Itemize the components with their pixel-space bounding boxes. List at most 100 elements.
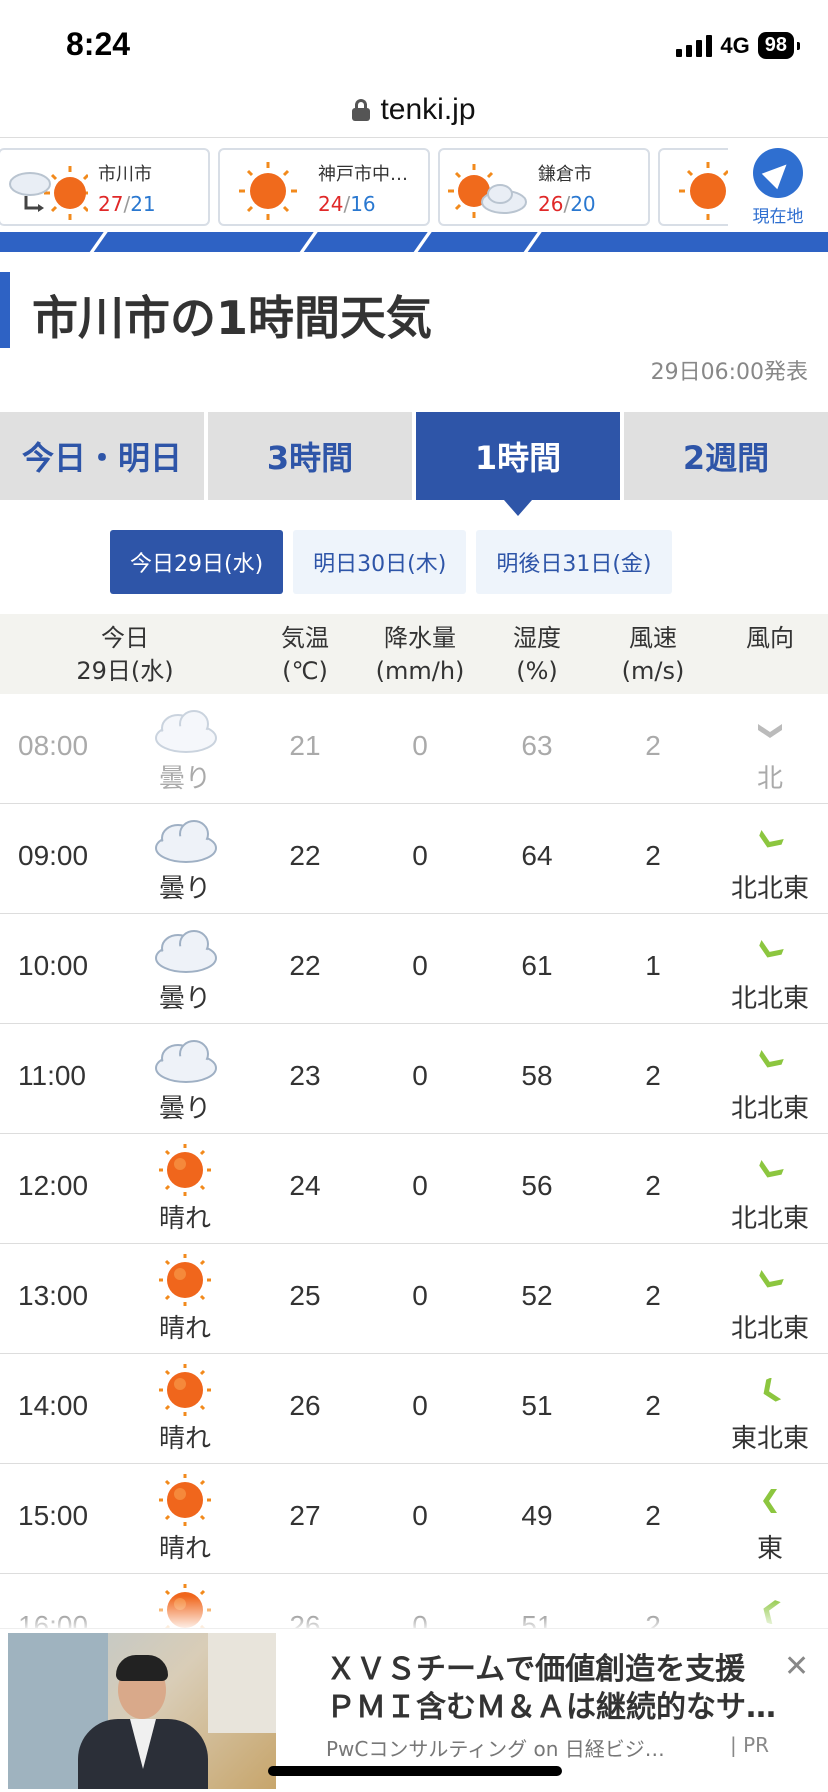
row-wind-speed: 2	[645, 840, 661, 871]
row-time: 10:00	[18, 950, 89, 981]
sun-icon	[159, 1474, 211, 1526]
table-row: 12:00 晴れ 24 0 56 2 北北東	[0, 1134, 828, 1244]
url-bar[interactable]: tenki.jp	[0, 82, 828, 138]
header-wind-direction: 風向	[746, 624, 794, 652]
wind-direction-arrow-icon	[763, 1489, 777, 1513]
wind-direction-arrow-icon	[759, 1050, 784, 1068]
row-precip: 0	[412, 1390, 428, 1421]
row-humidity: 58	[521, 1060, 553, 1091]
row-precip: 0	[412, 1280, 428, 1311]
row-wind-speed: 2	[645, 1170, 661, 1201]
favorite-city-card[interactable]: 市川市 27/21	[0, 148, 210, 226]
row-temp: 25	[289, 1280, 321, 1311]
row-wind-speed: 2	[645, 1500, 661, 1531]
row-time: 11:00	[18, 1060, 86, 1091]
row-wind-direction: 北北東	[730, 1314, 809, 1344]
sun-icon	[159, 1144, 211, 1196]
table-row: 10:00 曇り 22 0 61 1 北北東	[0, 914, 828, 1024]
row-weather: 曇り	[158, 874, 211, 904]
sun-icon	[159, 1364, 211, 1416]
row-wind-speed: 2	[645, 1060, 661, 1091]
favorite-city-temps: 26/20	[538, 192, 596, 216]
header-band	[0, 232, 828, 252]
row-weather: 晴れ	[158, 1424, 211, 1454]
sunny-icon	[239, 162, 297, 220]
wind-direction-arrow-icon	[759, 830, 784, 848]
table-row: 11:00 曇り 23 0 58 2 北北東	[0, 1024, 828, 1134]
high-temp: 26	[538, 192, 564, 216]
row-time: 12:00	[18, 1170, 89, 1201]
row-weather: 曇り	[158, 984, 211, 1014]
battery-icon: 98	[757, 32, 801, 59]
row-weather: 晴れ	[158, 1314, 211, 1344]
row-humidity: 61	[521, 950, 553, 981]
lock-icon	[352, 98, 371, 121]
status-time: 8:24	[66, 26, 131, 62]
tab-3-hour[interactable]: 3時間	[208, 412, 412, 500]
row-temp: 22	[289, 840, 321, 871]
row-wind-speed: 2	[645, 1280, 661, 1311]
current-location-label: 現在地	[752, 207, 804, 227]
favorite-city-card[interactable]: 神戸市中… 24/16	[218, 148, 430, 226]
row-wind-direction: 東北東	[730, 1424, 809, 1454]
row-weather: 曇り	[158, 1094, 211, 1124]
row-weather: 晴れ	[158, 1534, 211, 1564]
table-row: 09:00 曇り 22 0 64 2 北北東	[0, 804, 828, 914]
row-precip: 0	[412, 1500, 428, 1531]
favorite-city-name: 市川市	[98, 164, 152, 185]
tab-today-tomorrow[interactable]: 今日・明日	[0, 412, 204, 500]
status-indicators: 4G 98	[676, 32, 801, 59]
day-tab-today[interactable]: 今日29日(水)	[110, 530, 284, 594]
row-humidity: 52	[521, 1280, 553, 1311]
wind-direction-arrow-icon	[759, 940, 784, 958]
row-temp: 23	[289, 1060, 321, 1091]
header-temp: 気温 (℃)	[281, 624, 329, 685]
row-time: 09:00	[18, 840, 89, 871]
row-time: 14:00	[18, 1390, 89, 1421]
row-humidity: 51	[521, 1390, 553, 1421]
network-type: 4G	[720, 32, 750, 58]
favorite-city-card[interactable]: 鎌倉市 26/20	[438, 148, 650, 226]
close-icon[interactable]: ✕	[784, 1649, 809, 1684]
row-humidity: 64	[521, 840, 553, 871]
ad-fade	[0, 1596, 828, 1632]
header-day: 今日 29日(水)	[76, 624, 174, 685]
signal-icon	[676, 34, 713, 57]
ad-pr-label: | PR	[730, 1733, 770, 1757]
ad-source: PwCコンサルティング on 日経ビジ…	[326, 1737, 665, 1761]
row-temp: 27	[289, 1500, 321, 1531]
day-tab-tomorrow[interactable]: 明日30日(木)	[293, 530, 467, 594]
row-time: 13:00	[18, 1280, 89, 1311]
row-temp: 21	[289, 730, 321, 761]
table-row: 14:00 晴れ 26 0 51 2 東北東	[0, 1354, 828, 1464]
tab-1-hour[interactable]: 1時間	[416, 412, 620, 516]
page-title: 市川市の1時間天気	[32, 291, 433, 345]
cloud-icon	[155, 710, 217, 753]
cloud-icon	[155, 820, 217, 863]
table-row: 08:00 曇り 21 0 63 2 北	[0, 694, 828, 804]
row-wind-speed: 1	[645, 950, 661, 981]
wind-direction-arrow-icon	[759, 1160, 784, 1178]
low-temp: 21	[130, 192, 156, 216]
table-row: 15:00 晴れ 27 0 49 2 東	[0, 1464, 828, 1574]
tab-2-week[interactable]: 2週間	[624, 412, 828, 500]
high-temp: 27	[98, 192, 124, 216]
row-time: 08:00	[18, 730, 89, 761]
row-wind-direction: 北北東	[730, 1094, 809, 1124]
high-temp: 24	[318, 192, 344, 216]
title-accent-bar	[0, 272, 10, 348]
cloud-icon	[155, 930, 217, 973]
ad-headline[interactable]: ＸＶＳチームで価値創造を支援 ＰＭＩ含むＭ＆Ａは継続的なサ…	[326, 1651, 796, 1727]
favorite-city-temps: 27/21	[98, 192, 156, 216]
row-wind-speed: 2	[645, 730, 661, 761]
row-precip: 0	[412, 950, 428, 981]
home-indicator	[268, 1766, 562, 1776]
favorite-city-name: 神戸市中…	[318, 164, 408, 185]
current-location-button[interactable]: 現在地	[728, 146, 828, 230]
favorite-cities-strip: 市川市 27/21 神戸市中… 24/16 鎌倉市 26/20 現在地	[0, 146, 828, 230]
wind-direction-arrow-icon	[759, 1270, 784, 1288]
row-temp: 26	[289, 1390, 321, 1421]
row-wind-direction: 北北東	[730, 874, 809, 904]
table-header: 今日 29日(水) 気温 (℃) 降水量 (mm/h) 湿度 (%) 風速 (m/s) 風…	[0, 614, 828, 694]
day-tab-day-after[interactable]: 明後日31日(金)	[476, 530, 672, 594]
